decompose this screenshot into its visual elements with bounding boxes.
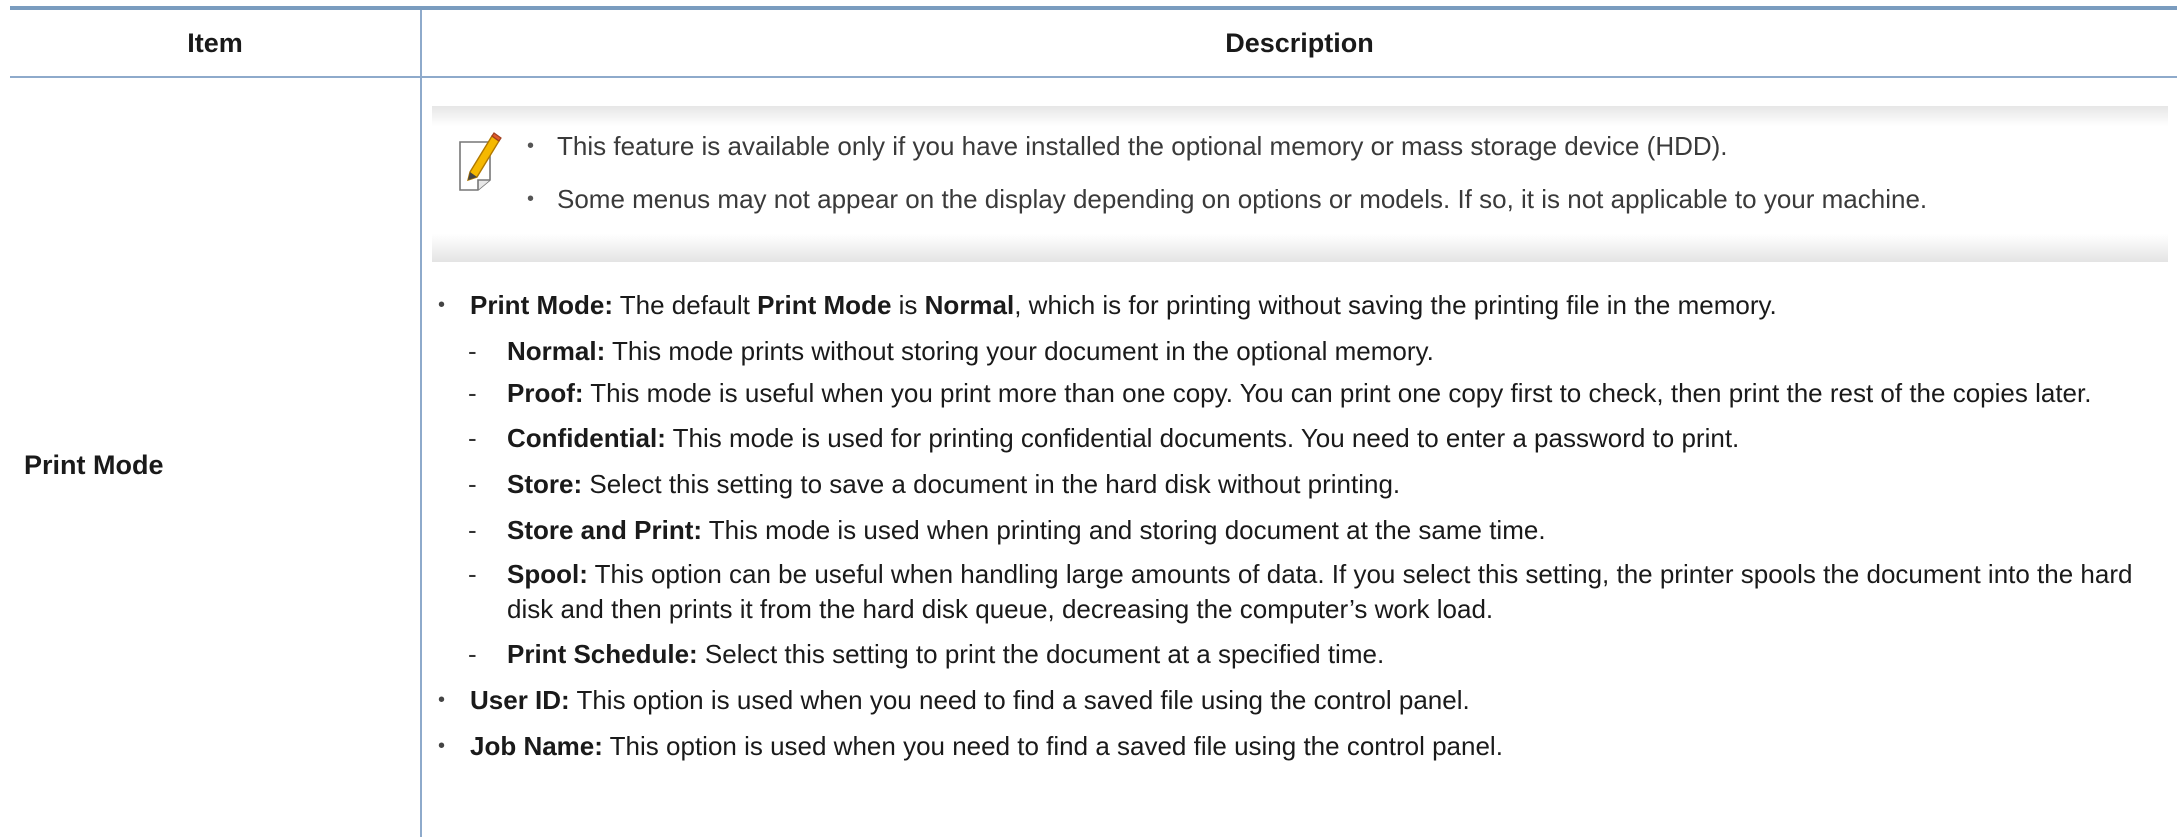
term-user-id: User ID:: [470, 685, 570, 715]
list-item-job-name: Job Name: This option is used when you n…: [432, 727, 2152, 765]
list-item-print-mode: Print Mode: The default Print Mode is No…: [432, 286, 2152, 324]
mode-text: Select this setting to save a document i…: [582, 469, 1401, 499]
user-id-text: This option is used when you need to fin…: [569, 685, 1470, 715]
mode-term: Normal:: [507, 336, 606, 366]
table-header-row: Item Description: [10, 10, 2177, 78]
mode-item-confidential: Confidential: This mode is used for prin…: [432, 419, 2152, 457]
normal-bold: Normal: [924, 290, 1015, 320]
mode-text: This mode prints without storing your do…: [605, 336, 1434, 366]
term-job-name: Job Name:: [470, 731, 603, 761]
mode-text: This mode is used for printing confident…: [665, 423, 1740, 453]
print-mode-bold: Print Mode: [757, 290, 892, 320]
mode-term: Store and Print:: [507, 515, 703, 545]
mode-term: Proof:: [507, 378, 584, 408]
mode-text: This mode is useful when you print more …: [583, 378, 2092, 408]
item-label-print-mode: Print Mode: [24, 450, 164, 480]
mode-term: Store:: [507, 469, 583, 499]
mode-term: Spool:: [507, 559, 588, 589]
mode-text: This option can be useful when handling …: [507, 559, 2133, 624]
mode-text: Select this setting to print the documen…: [697, 639, 1385, 669]
column-divider: [420, 10, 422, 837]
note-box: This feature is available only if you ha…: [432, 106, 2168, 262]
note-pencil-icon: [456, 132, 504, 192]
mode-term: Print Schedule:: [507, 639, 698, 669]
mode-item-proof: Proof: This mode is useful when you prin…: [432, 376, 2152, 411]
mode-item-print-schedule: Print Schedule: Select this setting to p…: [432, 635, 2152, 673]
mode-text: This mode is used when printing and stor…: [702, 515, 1546, 545]
note-item: This feature is available only if you ha…: [527, 128, 1927, 164]
mode-term: Confidential:: [507, 423, 666, 453]
mode-item-spool: Spool: This option can be useful when ha…: [432, 557, 2152, 627]
modes-sublist-container: Normal: This mode prints without storing…: [432, 332, 2152, 673]
header-item: Item: [187, 27, 243, 58]
job-name-text: This option is used when you need to fin…: [602, 731, 1503, 761]
settings-table: Item Description Print Mode This feature…: [10, 6, 2177, 837]
print-mode-text: is: [891, 290, 925, 320]
list-item-user-id: User ID: This option is used when you ne…: [432, 681, 2152, 719]
note-list: This feature is available only if you ha…: [527, 128, 1927, 234]
note-item: Some menus may not appear on the display…: [527, 181, 1927, 217]
modes-sublist: Normal: This mode prints without storing…: [432, 332, 2152, 673]
print-mode-text: The default: [613, 290, 758, 320]
print-mode-text: , which is for printing without saving t…: [1014, 290, 1777, 320]
term-print-mode: Print Mode:: [470, 290, 613, 320]
print-options-list: Print Mode: The default Print Mode is No…: [432, 286, 2152, 773]
mode-item-store-and-print: Store and Print: This mode is used when …: [432, 511, 2152, 549]
header-description: Description: [1225, 27, 1374, 58]
mode-item-store: Store: Select this setting to save a doc…: [432, 465, 2152, 503]
mode-item-normal: Normal: This mode prints without storing…: [432, 332, 2152, 370]
